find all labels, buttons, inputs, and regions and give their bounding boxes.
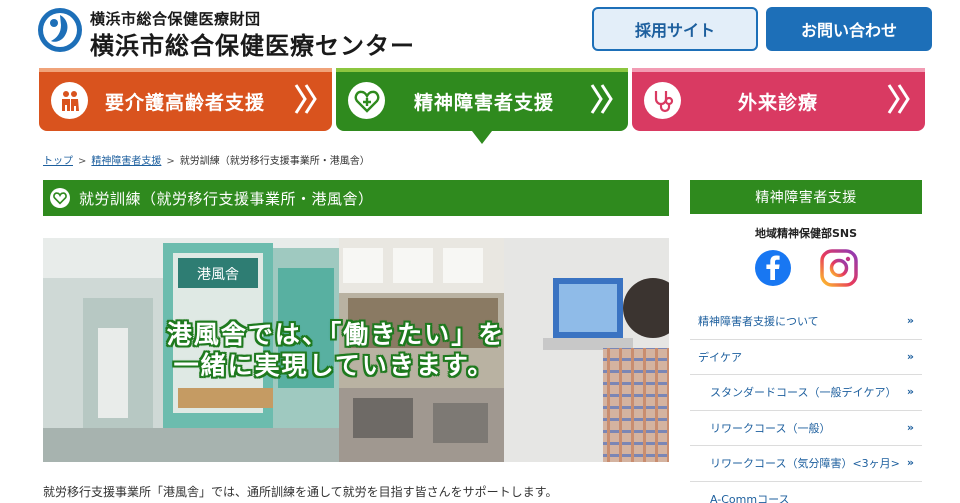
breadcrumb-link-mental[interactable]: 精神障害者支援 — [91, 156, 161, 167]
site-header: 横浜市総合保健医療財団 横浜市総合保健医療センター 採用サイト お問い合わせ — [0, 0, 960, 68]
sidebar-item-label: リワークコース（一般） — [710, 421, 831, 435]
heart-plus-icon — [348, 82, 385, 119]
intro-text: 就労移行支援事業所「港風舎」では、通所訓練を通して就労を目指す皆さんをサポートし… — [43, 485, 558, 499]
sidebar-item-about[interactable]: 精神障害者支援について » — [690, 304, 922, 340]
chevron-right-icon: » — [906, 385, 914, 398]
tab-label: 外来診療 — [738, 92, 819, 114]
hero-image: 港風舎 港風舎では、「働きたい」を 一緒に実現していきます。 — [43, 238, 669, 462]
foundation-logo[interactable] — [37, 7, 83, 53]
facebook-icon[interactable] — [754, 249, 792, 287]
chevron-right-icon: » — [906, 420, 914, 434]
org-name-big[interactable]: 横浜市総合保健医療センター — [90, 26, 415, 61]
sidebar-item-daycare[interactable]: デイケア » — [690, 340, 922, 375]
sidebar-item-label: スタンダードコース（一般デイケア） — [710, 386, 897, 400]
instagram-icon[interactable] — [820, 249, 858, 287]
double-chevron-right-icon — [590, 84, 613, 114]
tab-outpatient[interactable]: 外来診療 — [632, 68, 925, 131]
tab-label: 精神障害者支援 — [414, 92, 555, 114]
breadcrumb-separator: > — [78, 156, 87, 167]
stethoscope-icon — [644, 82, 681, 119]
sns-title: 地域精神保健部SNS — [754, 227, 858, 240]
active-tab-pointer — [472, 131, 492, 144]
tab-mental-health[interactable]: 精神障害者支援 — [336, 68, 628, 131]
page-title: 就労訓練（就労移行支援事業所・港風舎） — [79, 189, 374, 208]
breadcrumb-separator: > — [166, 156, 175, 167]
sidebar-menu: 精神障害者支援について » デイケア » スタンダードコース（一般デイケア） »… — [690, 304, 922, 503]
hero-caption-line2: 一緒に実現していきます。 — [173, 351, 495, 380]
sidebar-item-rework-general[interactable]: リワークコース（一般） » — [690, 411, 922, 446]
recruit-site-button[interactable]: 採用サイト — [592, 7, 758, 51]
breadcrumb: トップ > 精神障害者支援 > 就労訓練（就労移行支援事業所・港風舎） — [43, 152, 370, 167]
breadcrumb-link-top[interactable]: トップ — [43, 156, 73, 167]
double-chevron-right-icon — [294, 84, 317, 114]
elderly-couple-icon — [51, 82, 88, 119]
sidebar-item-label: リワークコース（気分障害）<3ヶ月> — [710, 457, 900, 471]
double-chevron-right-icon — [887, 84, 910, 114]
sidebar-item-rework-mood[interactable]: リワークコース（気分障害）<3ヶ月> » — [690, 446, 922, 482]
tab-label: 要介護高齢者支援 — [105, 92, 266, 114]
hero-sign-text: 港風舎 — [197, 267, 239, 283]
sidebar-item-acomm-course[interactable]: A-Commコース — [690, 482, 922, 503]
page-title-bar: 就労訓練（就労移行支援事業所・港風舎） — [43, 180, 669, 216]
chevron-right-icon: » — [906, 349, 914, 363]
sidebar-heading: 精神障害者支援 — [690, 180, 922, 214]
sidebar-item-label: デイケア — [698, 350, 742, 364]
chevron-right-icon: » — [906, 456, 914, 469]
tab-accent-line — [39, 68, 332, 72]
sidebar-item-standard-course[interactable]: スタンダードコース（一般デイケア） » — [690, 375, 922, 411]
chevron-right-icon: » — [906, 314, 914, 327]
breadcrumb-current: 就労訓練（就労移行支援事業所・港風舎） — [179, 156, 370, 167]
contact-button[interactable]: お問い合わせ — [766, 7, 932, 51]
tab-accent-line — [336, 68, 628, 72]
sidebar-item-label: 精神障害者支援について — [698, 315, 819, 329]
tab-elderly-care[interactable]: 要介護高齢者支援 — [39, 68, 332, 131]
sidebar-item-label: A-Commコース — [710, 492, 790, 503]
tab-accent-line — [632, 68, 925, 72]
heart-plus-icon — [50, 188, 70, 208]
